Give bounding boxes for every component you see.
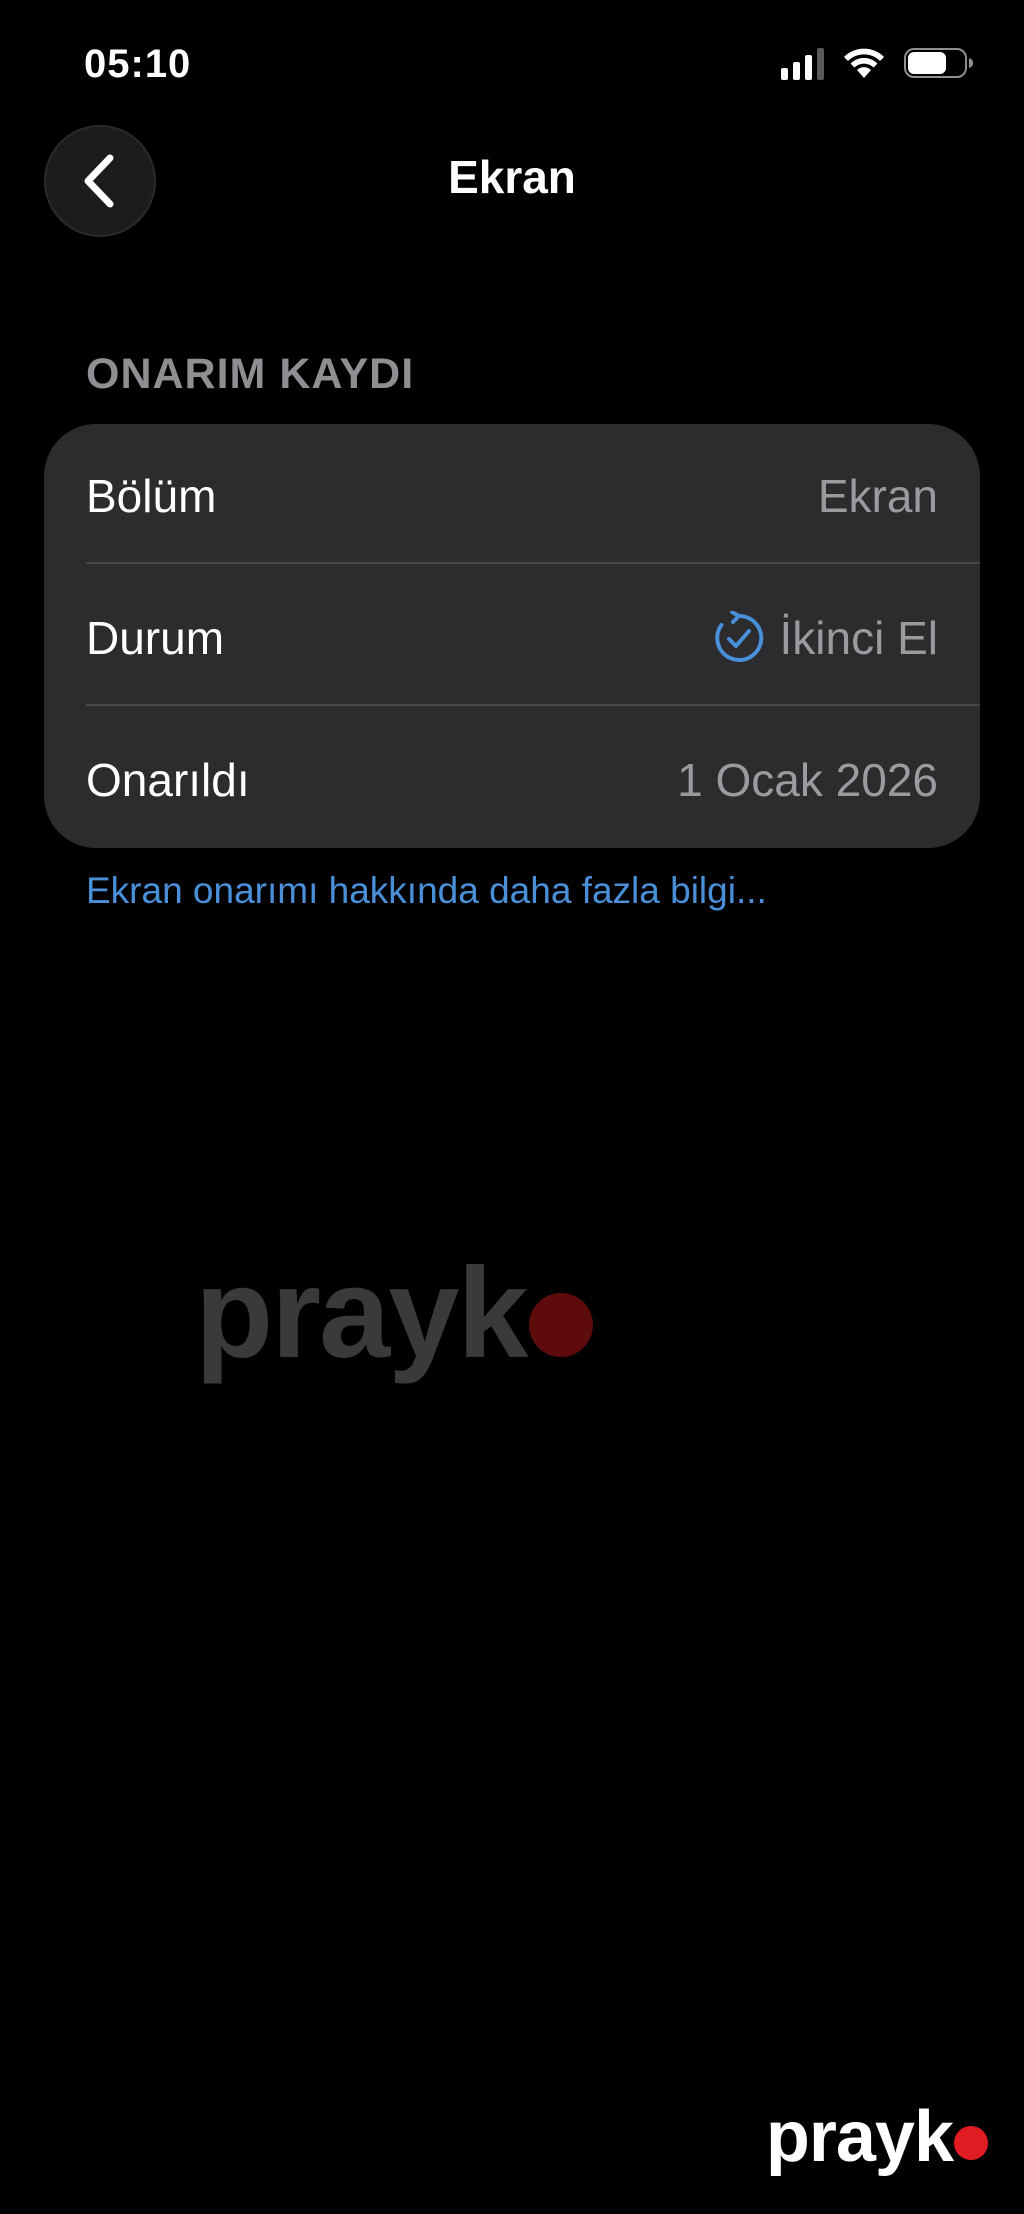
- watermark-dot-icon: [528, 1292, 593, 1357]
- page-title: Ekran: [448, 151, 576, 203]
- battery-icon: [904, 48, 973, 78]
- divider: [86, 562, 980, 564]
- row-part-label: Bölüm: [86, 470, 217, 522]
- row-repaired-value: 1 Ocak 2026: [677, 754, 938, 806]
- row-status-value: İkinci El: [779, 612, 938, 664]
- watermark-logo: prayk: [195, 1240, 593, 1387]
- watermark-text: prayk: [195, 1242, 529, 1385]
- row-repaired-label: Onarıldı: [86, 754, 250, 806]
- repair-record-card: Bölüm Ekran Durum İkinci El Onarıldı 1 O…: [44, 424, 980, 848]
- row-status: Durum İkinci El: [86, 568, 938, 708]
- wifi-icon: [844, 48, 884, 78]
- watermark-corner-text: prayk: [765, 2097, 954, 2177]
- row-status-value-group: İkinci El: [712, 611, 938, 665]
- learn-more-link[interactable]: Ekran onarımı hakkında daha fazla bilgi.…: [86, 870, 767, 912]
- row-status-label: Durum: [86, 612, 225, 664]
- status-bar: 05:10: [0, 0, 1024, 120]
- row-repaired: Onarıldı 1 Ocak 2026: [86, 710, 938, 848]
- row-part-value: Ekran: [817, 470, 938, 522]
- signal-icon: [781, 46, 824, 80]
- used-part-check-icon: [714, 611, 763, 662]
- section-header: ONARIM KAYDI: [86, 350, 415, 398]
- watermark-corner-dot-icon: [954, 2126, 988, 2160]
- row-part: Bölüm Ekran: [86, 426, 938, 566]
- divider: [86, 704, 980, 706]
- status-icons: [781, 46, 974, 80]
- watermark-logo-corner: prayk: [766, 2096, 988, 2178]
- status-time: 05:10: [84, 42, 192, 86]
